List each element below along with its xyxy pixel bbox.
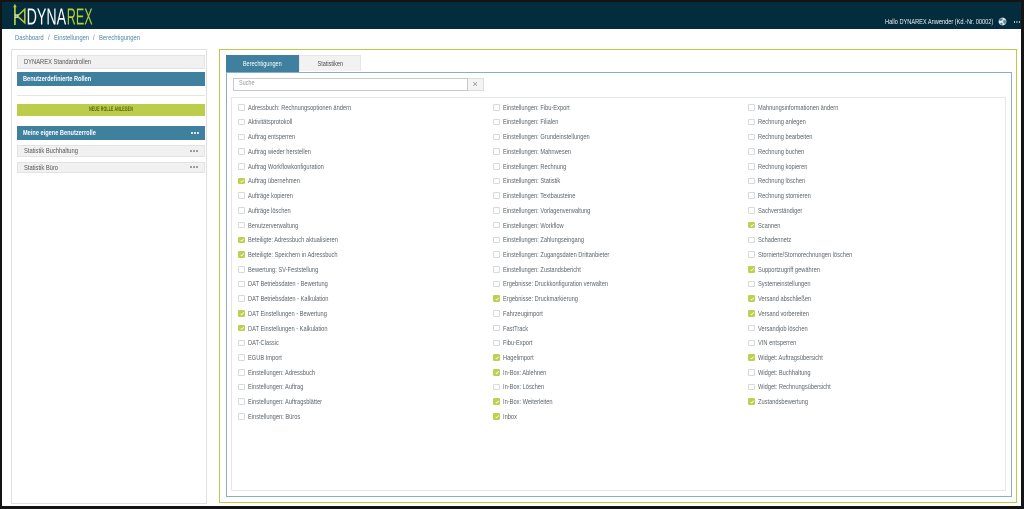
svg-text:DYNA: DYNA (27, 4, 67, 29)
svg-text:REX: REX (67, 4, 93, 29)
